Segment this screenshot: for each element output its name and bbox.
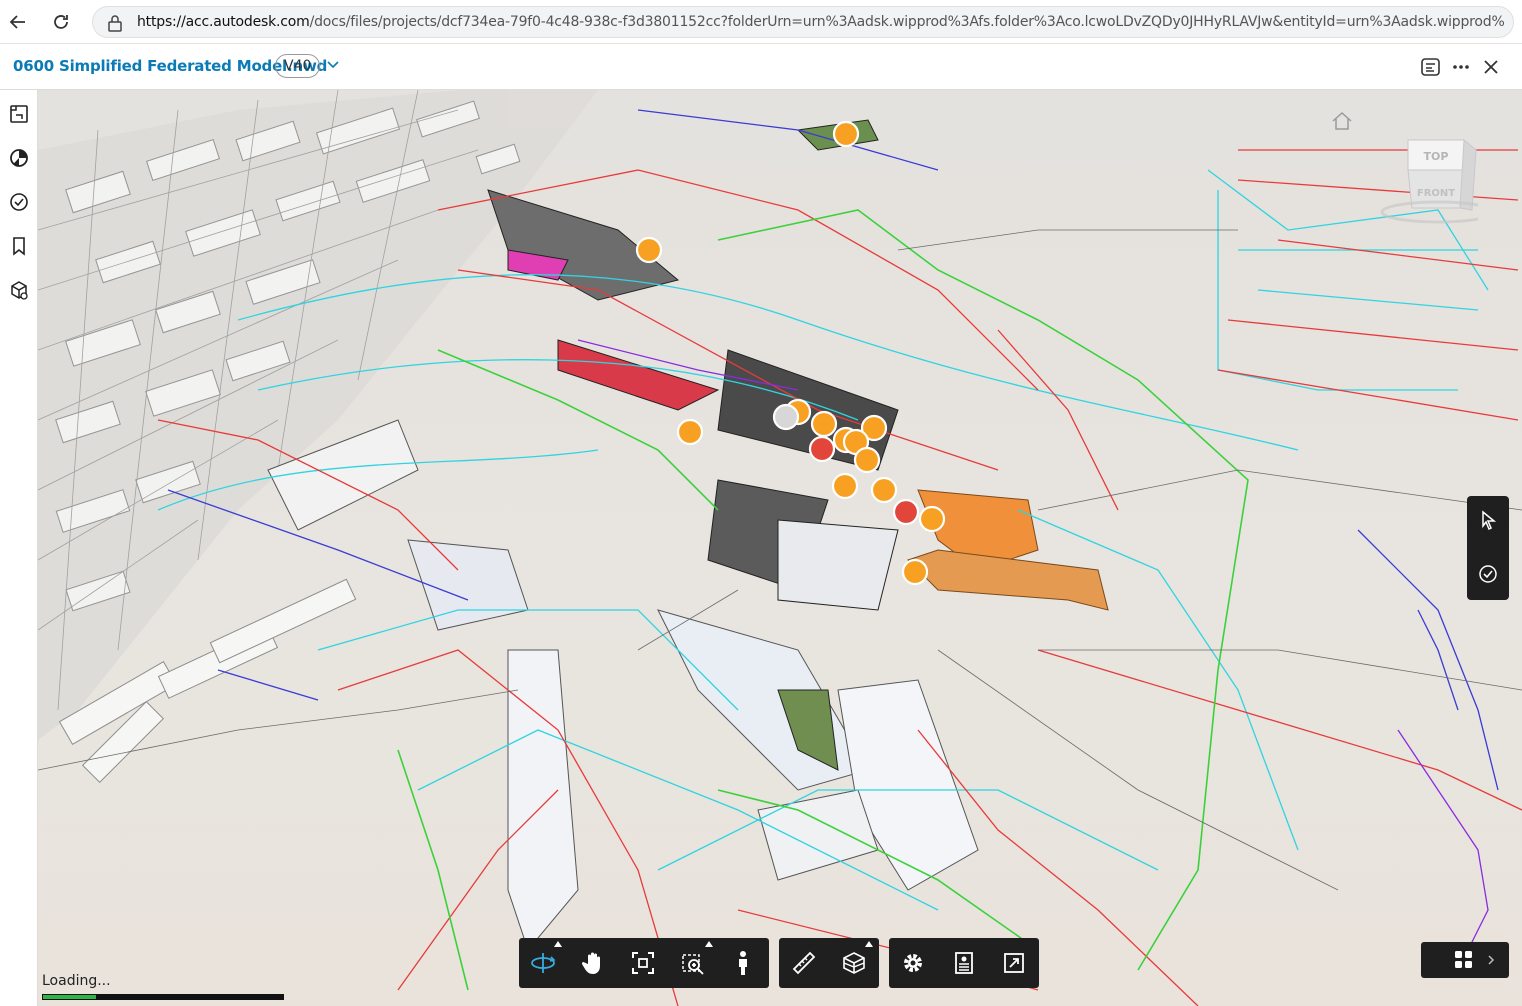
viewer-header: 0600 Simplified Federated Model.nwd V40 xyxy=(0,44,1522,90)
properties-icon[interactable] xyxy=(948,947,980,979)
settings-icon[interactable] xyxy=(897,947,929,979)
issue-pin xyxy=(892,498,920,526)
views-panel-button[interactable] xyxy=(1421,942,1509,978)
issue-pin xyxy=(831,472,859,500)
issue-pin xyxy=(810,410,838,438)
bookmarks-icon[interactable] xyxy=(3,230,35,262)
grid-icon xyxy=(1455,951,1495,968)
version-badge[interactable]: V40 xyxy=(275,54,321,78)
analysis-toolbar xyxy=(779,938,879,988)
model-canvas[interactable] xyxy=(38,90,1522,1006)
section-more-icon[interactable] xyxy=(865,941,873,947)
loading-progress-bar xyxy=(42,994,284,1000)
reload-icon[interactable] xyxy=(47,8,75,36)
viewcube-top-label: TOP xyxy=(1424,150,1449,163)
loading-label: Loading... xyxy=(42,973,111,989)
orbit-icon[interactable] xyxy=(527,947,559,979)
zoom-window-icon[interactable] xyxy=(677,947,709,979)
model-browser-icon[interactable] xyxy=(3,142,35,174)
orbit-more-icon[interactable] xyxy=(554,941,562,947)
city-buildings xyxy=(38,90,598,740)
terminal-buildings xyxy=(267,419,979,952)
fit-to-view-icon[interactable] xyxy=(627,947,659,979)
pan-icon[interactable] xyxy=(577,947,609,979)
fullscreen-icon[interactable] xyxy=(998,947,1030,979)
issue-pin xyxy=(676,418,704,446)
issue-pin xyxy=(772,403,800,431)
measure-icon[interactable] xyxy=(788,947,820,979)
lock-icon xyxy=(107,14,123,37)
left-toolbar xyxy=(0,90,38,1006)
settings-toolbar xyxy=(889,938,1039,988)
back-arrow-icon[interactable] xyxy=(4,8,32,36)
issue-pin xyxy=(918,505,946,533)
issue-pin xyxy=(808,435,836,463)
select-cursor-icon[interactable] xyxy=(1472,504,1504,536)
section-analysis-icon[interactable] xyxy=(838,947,870,979)
url-host: https://acc.autodesk.com xyxy=(137,14,310,30)
first-person-icon[interactable] xyxy=(727,947,759,979)
navigation-toolbar xyxy=(519,938,769,988)
create-issue-icon[interactable] xyxy=(1472,558,1504,590)
loading-progress-fill xyxy=(43,995,96,999)
home-view-icon[interactable] xyxy=(1330,110,1354,137)
zoom-more-icon[interactable] xyxy=(705,941,713,947)
more-options-icon[interactable] xyxy=(1448,54,1474,80)
url-path: /docs/files/projects/dcf734ea-79f0-4c48-… xyxy=(309,14,1505,30)
issue-pin xyxy=(870,476,898,504)
issue-pin xyxy=(832,120,860,148)
viewcube-front-label: FRONT xyxy=(1417,188,1455,199)
url-text: https://acc.autodesk.com/docs/files/proj… xyxy=(137,14,1505,30)
issue-pin xyxy=(901,558,929,586)
model-viewport[interactable]: TOP FRONT Loading... xyxy=(38,90,1522,1006)
right-tool-panel xyxy=(1467,496,1509,600)
objects-icon[interactable] xyxy=(3,274,35,306)
sheets-views-icon[interactable] xyxy=(3,98,35,130)
compare-versions-icon[interactable] xyxy=(1418,54,1444,80)
issue-pin xyxy=(853,446,881,474)
close-icon[interactable] xyxy=(1478,54,1504,80)
chevron-down-icon[interactable] xyxy=(325,56,341,77)
viewcube[interactable]: TOP FRONT xyxy=(1368,134,1496,224)
issue-pin xyxy=(635,236,663,264)
browser-toolbar: https://acc.autodesk.com/docs/files/proj… xyxy=(0,0,1522,44)
issues-icon[interactable] xyxy=(3,186,35,218)
address-bar[interactable]: https://acc.autodesk.com/docs/files/proj… xyxy=(92,6,1514,38)
